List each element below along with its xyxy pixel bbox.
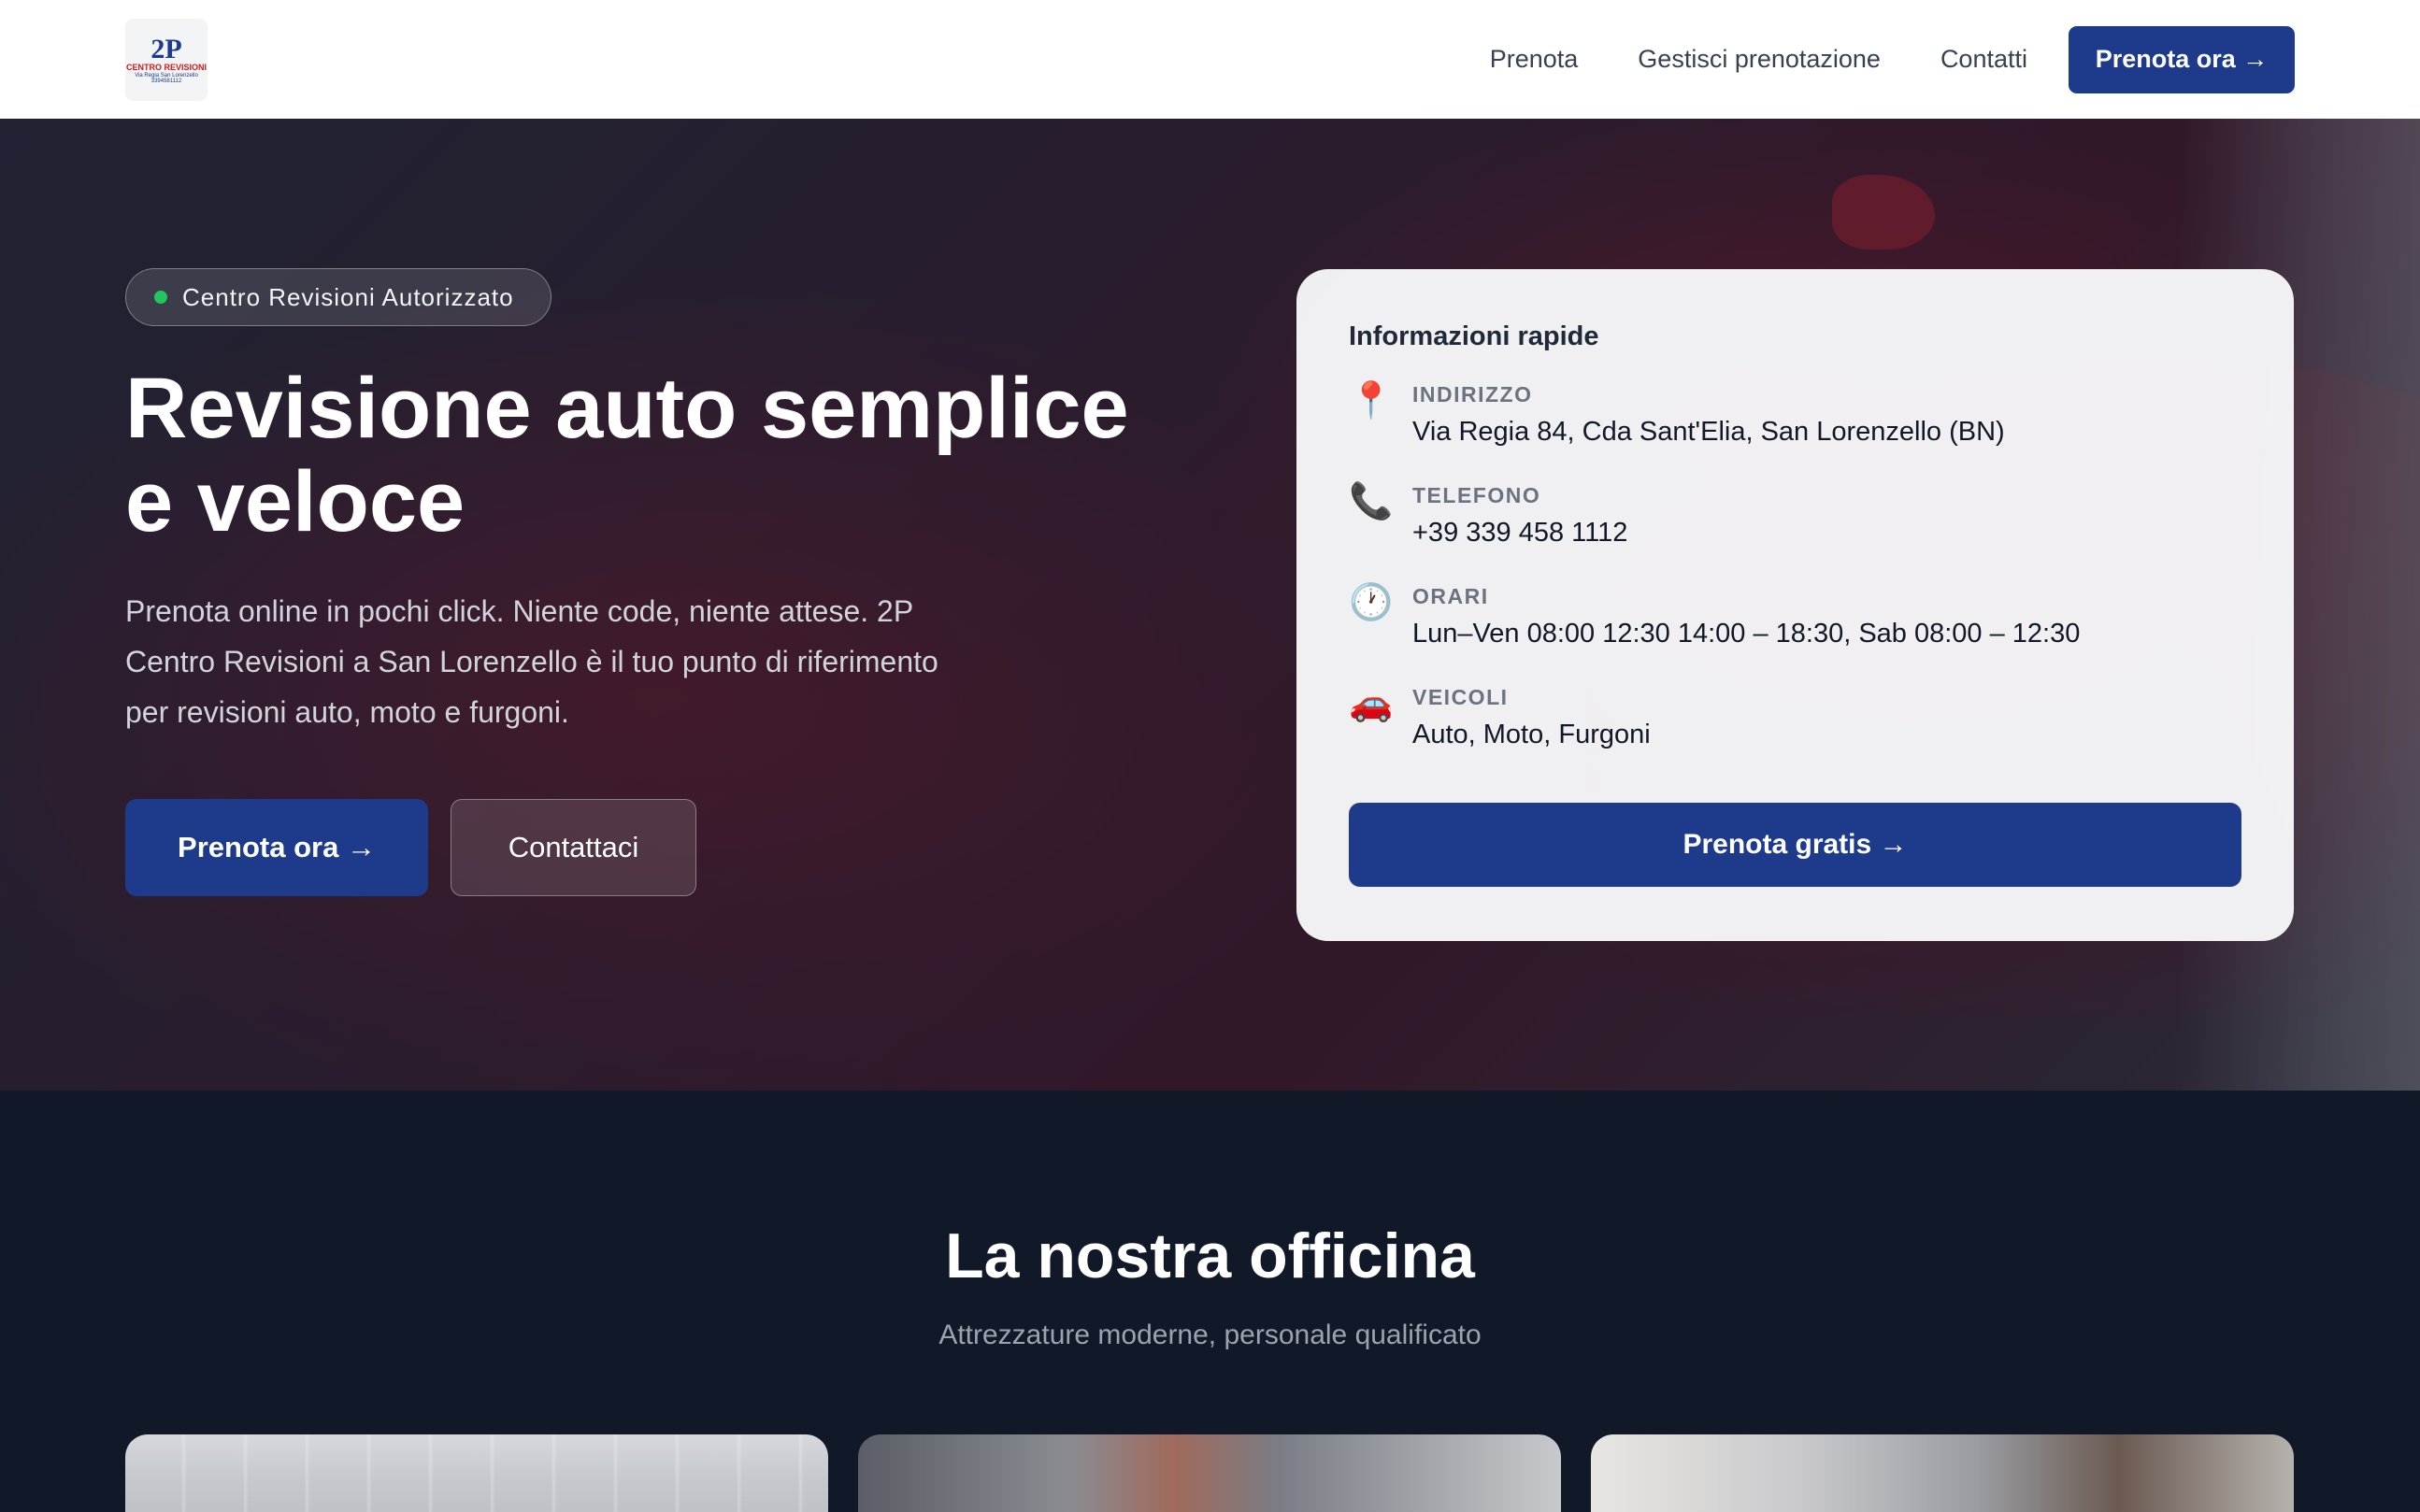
nav-link-gestisci-prenotazione[interactable]: Gestisci prenotazione <box>1638 45 1881 74</box>
status-dot-icon <box>154 291 167 304</box>
info-label-hours: ORARI <box>1412 584 1489 608</box>
workshop-photo-3[interactable] <box>1591 1434 2294 1512</box>
hero-title-line-1: Revisione auto semplice <box>125 361 1129 456</box>
logo-mark: 2P <box>150 33 182 64</box>
workshop-photo-1[interactable] <box>125 1434 828 1512</box>
workshop-section: La nostra officina Attrezzature moderne,… <box>0 1091 2420 1512</box>
workshop-title: La nostra officina <box>945 1220 1475 1291</box>
info-row-hours: 🕐 ORARI Lun–Ven 08:00 12:30 14:00 – 18:3… <box>1349 582 2241 683</box>
hero-subtitle: Prenota online in pochi click. Niente co… <box>125 594 938 729</box>
book-free-button[interactable]: Prenota gratis → <box>1349 803 2241 887</box>
quick-info-card: Informazioni rapide 📍 INDIRIZZO Via Regi… <box>1296 269 2294 941</box>
car-icon: 🚗 <box>1349 684 1394 723</box>
info-row-address: 📍 INDIRIZZO Via Regia 84, Cda Sant'Elia,… <box>1349 380 2241 481</box>
site-header: 2P CENTRO REVISIONI Via Regia San Lorenz… <box>0 0 2420 119</box>
hero-section: Centro Revisioni Autorizzato Revisione a… <box>0 119 2420 1091</box>
info-label-phone: TELEFONO <box>1412 483 1541 507</box>
hero-book-now-button[interactable]: Prenota ora → <box>125 799 428 896</box>
clock-icon: 🕐 <box>1349 583 1394 622</box>
info-value-phone[interactable]: +39 339 458 1112 <box>1412 518 1627 549</box>
info-label-vehicles: VEICOLI <box>1412 685 1509 709</box>
workshop-photo-2[interactable] <box>858 1434 1561 1512</box>
hero-title-line-2: e veloce <box>125 454 465 549</box>
nav-link-prenota[interactable]: Prenota <box>1490 45 1579 74</box>
map-pin-icon: 📍 <box>1349 381 1394 421</box>
workshop-subtitle: Attrezzature moderne, personale qualific… <box>938 1319 1482 1350</box>
info-value-hours: Lun–Ven 08:00 12:30 14:00 – 18:30, Sab 0… <box>1412 619 2081 649</box>
authorized-badge: Centro Revisioni Autorizzato <box>125 268 551 326</box>
info-row-phone: 📞 TELEFONO +39 339 458 1112 <box>1349 481 2241 582</box>
badge-label: Centro Revisioni Autorizzato <box>182 282 514 311</box>
info-value-vehicles: Auto, Moto, Furgoni <box>1412 720 1651 749</box>
logo-phone: 3394581112 <box>150 78 182 84</box>
info-row-vehicles: 🚗 VEICOLI Auto, Moto, Furgoni <box>1349 683 2241 784</box>
main-nav: Prenota Gestisci prenotazione Contatti P… <box>1490 25 2295 93</box>
photo-texture <box>125 1434 828 1512</box>
nav-book-now-button[interactable]: Prenota ora → <box>2069 25 2295 93</box>
info-label-address: INDIRIZZO <box>1412 382 1533 407</box>
phone-icon: 📞 <box>1349 482 1394 521</box>
info-value-address: Via Regia 84, Cda Sant'Elia, San Lorenze… <box>1412 417 2005 447</box>
nav-link-contatti[interactable]: Contatti <box>1940 45 2027 74</box>
hero-title: Revisione auto semplice e veloce <box>125 362 1247 549</box>
logo-subtitle: CENTRO REVISIONI <box>125 63 207 73</box>
quick-info-title: Informazioni rapide <box>1349 321 1599 351</box>
logo[interactable]: 2P CENTRO REVISIONI Via Regia San Lorenz… <box>125 18 208 101</box>
hero-contact-button[interactable]: Contattaci <box>451 799 696 896</box>
